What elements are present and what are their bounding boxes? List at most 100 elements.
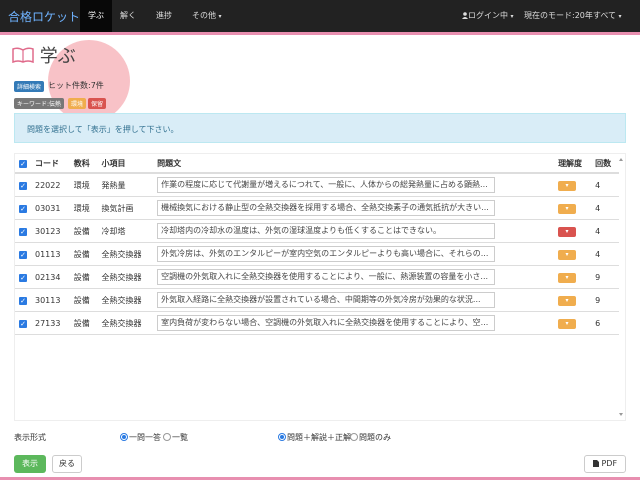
- top-accent-bar: [0, 32, 640, 35]
- cell-code: 22022: [31, 173, 70, 197]
- level-dropdown[interactable]: ▾: [558, 318, 577, 329]
- col-question[interactable]: 問題文: [153, 154, 555, 174]
- radio-off-icon: [350, 433, 358, 441]
- cell-item: 冷却塔: [97, 219, 154, 243]
- cell-item: 全熱交換器: [97, 288, 154, 312]
- row-checkbox[interactable]: ✓: [19, 319, 27, 328]
- cell-count: 4: [591, 219, 619, 243]
- cell-item: 全熱交換器: [97, 242, 154, 266]
- cell-subject: 設備: [69, 242, 98, 266]
- level-dropdown[interactable]: ▾: [558, 226, 577, 237]
- radio-one-by-one[interactable]: 一問一答: [120, 432, 161, 443]
- table-row[interactable]: ✓ 27133 設備 全熱交換器 室内負荷が変わらない場合、空調機の外気取入れに全熱交換…: [15, 311, 619, 335]
- cell-subject: 設備: [69, 219, 98, 243]
- cell-subject: 設備: [69, 311, 98, 335]
- pdf-button[interactable]: PDF: [584, 455, 626, 473]
- radio-one-by-one-label: 一問一答: [129, 433, 161, 442]
- brand-link[interactable]: 合格ロケット: [8, 8, 80, 25]
- table-row[interactable]: ✓ 30113 設備 全熱交換器 外気取入経路に全熱交換器が設置されている場合、中間期等…: [15, 288, 619, 312]
- cell-item: 全熱交換器: [97, 265, 154, 289]
- nav-learn[interactable]: 学ぶ: [80, 0, 112, 32]
- row-checkbox[interactable]: ✓: [19, 227, 27, 236]
- chevron-down-icon: ▾: [618, 13, 622, 20]
- file-icon: [592, 460, 599, 467]
- col-code[interactable]: コード: [31, 154, 70, 174]
- radio-question-only-label: 問題のみ: [359, 433, 391, 442]
- table-row[interactable]: ✓ 01113 設備 全熱交換器 外気冷房は、外気のエンタルピーが室内空気のエンタルピー…: [15, 242, 619, 266]
- level-dropdown[interactable]: ▾: [558, 180, 577, 191]
- cell-question[interactable]: 外気冷房は、外気のエンタルピーが室内空気のエンタルピーよりも高い場合に、それらの…: [157, 246, 496, 262]
- cell-count: 4: [591, 242, 619, 266]
- show-button[interactable]: 表示: [14, 455, 46, 473]
- radio-on-icon: [278, 433, 286, 441]
- navbar: 合格ロケット 学ぶ 解く 進捗 その他 ▾ ログイン中 ▾ 現在のモード:20年…: [0, 0, 640, 32]
- radio-list-label: 一覧: [172, 433, 188, 442]
- col-item[interactable]: 小項目: [97, 154, 154, 174]
- cell-count: 6: [591, 311, 619, 335]
- level-dropdown[interactable]: ▾: [558, 203, 577, 214]
- table-header-row: ✓ コード 教科 小項目 問題文 理解度 回数: [15, 154, 619, 174]
- mode-label: 現在のモード:20年すべて: [524, 11, 616, 20]
- cell-item: 全熱交換器: [97, 311, 154, 335]
- pdf-label: PDF: [601, 459, 618, 468]
- keyword-badge: キーワード:伝熱: [14, 98, 65, 109]
- row-checkbox[interactable]: ✓: [19, 181, 27, 190]
- nav-progress[interactable]: 進捗: [156, 10, 172, 21]
- back-button[interactable]: 戻る: [52, 455, 82, 473]
- table-row[interactable]: ✓ 22022 環境 発熱量 作業の程度に応じて代謝量が増えるにつれて、一般に、人体から…: [15, 173, 619, 197]
- question-table-container: ✓ コード 教科 小項目 問題文 理解度 回数 ✓ 22022 環境 発熱量 作業の程度…: [14, 153, 626, 421]
- cell-code: 30113: [31, 288, 70, 312]
- cell-question[interactable]: 冷却塔内の冷却水の温度は、外気の湿球温度よりも低くすることはできない。: [157, 223, 496, 239]
- cell-subject: 設備: [69, 288, 98, 312]
- row-checkbox[interactable]: ✓: [19, 250, 27, 259]
- cell-question[interactable]: 作業の程度に応じて代謝量が増えるにつれて、一般に、人体からの総発熱量に占める顕熱…: [157, 177, 496, 193]
- radio-full[interactable]: 問題＋解説＋正解: [278, 432, 351, 443]
- cell-subject: 環境: [69, 196, 98, 220]
- cell-subject: 環境: [69, 173, 98, 197]
- cell-count: 4: [591, 196, 619, 220]
- select-all-checkbox[interactable]: ✓: [19, 159, 27, 168]
- col-subject[interactable]: 教科: [69, 154, 98, 174]
- col-level[interactable]: 理解度: [554, 154, 592, 174]
- login-label: ログイン中: [468, 11, 508, 20]
- cell-code: 27133: [31, 311, 70, 335]
- row-checkbox[interactable]: ✓: [19, 296, 27, 305]
- page-title: 学ぶ: [12, 42, 76, 68]
- chevron-down-icon: ▾: [218, 13, 222, 20]
- nav-solve[interactable]: 解く: [120, 10, 136, 21]
- page-title-text: 学ぶ: [39, 46, 76, 67]
- cell-count: 4: [591, 173, 619, 197]
- cell-code: 02134: [31, 265, 70, 289]
- cell-subject: 設備: [69, 265, 98, 289]
- cell-question[interactable]: 外気取入経路に全熱交換器が設置されている場合、中間期等の外気冷房が効果的な状況.…: [157, 292, 496, 308]
- table-row[interactable]: ✓ 03031 環境 換気計画 機械換気における静止型の全熱交換器を採用する場合、全熱交…: [15, 196, 619, 220]
- level-dropdown[interactable]: ▾: [558, 249, 577, 260]
- cell-question[interactable]: 空調機の外気取入れに全熱交換器を使用することにより、一般に、熱源装置の容量を小さ…: [157, 269, 496, 285]
- nav-other[interactable]: その他 ▾: [192, 10, 222, 21]
- radio-on-icon: [120, 433, 128, 441]
- row-checkbox[interactable]: ✓: [19, 204, 27, 213]
- mode-selector[interactable]: 現在のモード:20年すべて ▾: [524, 10, 622, 21]
- cell-count: 9: [591, 265, 619, 289]
- cell-code: 30123: [31, 219, 70, 243]
- cell-code: 01113: [31, 242, 70, 266]
- table-row[interactable]: ✓ 02134 設備 全熱交換器 空調機の外気取入れに全熱交換器を使用することにより、一…: [15, 265, 619, 289]
- chevron-down-icon: ▾: [510, 13, 514, 20]
- detail-search-badge[interactable]: 詳細検索: [14, 81, 45, 92]
- info-alert: 問題を選択して「表示」を押して下さい。: [14, 113, 626, 143]
- book-icon: [12, 47, 34, 63]
- radio-off-icon: [163, 433, 171, 441]
- col-count[interactable]: 回数: [591, 154, 619, 174]
- row-checkbox[interactable]: ✓: [19, 273, 27, 282]
- login-status[interactable]: ログイン中 ▾: [462, 10, 514, 21]
- level-dropdown[interactable]: ▾: [558, 295, 577, 306]
- table-row[interactable]: ✓ 30123 設備 冷却塔 冷却塔内の冷却水の温度は、外気の湿球温度よりも低くすること…: [15, 219, 619, 243]
- radio-question-only[interactable]: 問題のみ: [350, 432, 391, 443]
- scrollbar[interactable]: [618, 155, 624, 419]
- level-dropdown[interactable]: ▾: [558, 272, 577, 283]
- cell-question[interactable]: 室内負荷が変わらない場合、空調機の外気取入れに全熱交換器を使用することにより、空…: [157, 315, 496, 331]
- cell-item: 発熱量: [97, 173, 154, 197]
- cell-question[interactable]: 機械換気における静止型の全熱交換器を採用する場合、全熱交換素子の通気抵抗が大きい…: [157, 200, 496, 216]
- cell-item: 換気計画: [97, 196, 154, 220]
- radio-list[interactable]: 一覧: [163, 432, 188, 443]
